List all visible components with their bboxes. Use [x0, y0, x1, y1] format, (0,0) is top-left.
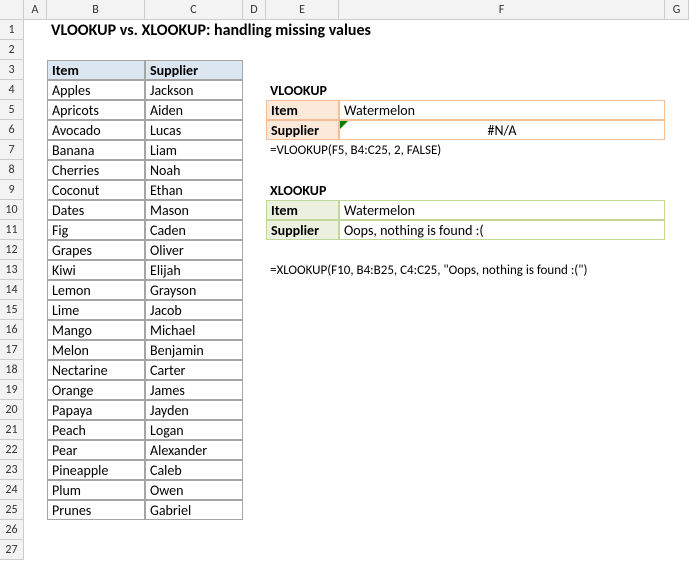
row-header[interactable]: 7: [0, 140, 24, 160]
table-cell-supplier[interactable]: Gabriel: [145, 500, 243, 520]
table-cell-item[interactable]: Kiwi: [47, 260, 145, 280]
row-header[interactable]: 23: [0, 460, 24, 480]
row-header[interactable]: 27: [0, 540, 24, 560]
row-header[interactable]: 25: [0, 500, 24, 520]
table-cell-supplier[interactable]: Noah: [145, 160, 243, 180]
page-title: VLOOKUP vs. XLOOKUP: handling missing va…: [47, 20, 665, 40]
table-cell-supplier[interactable]: Caden: [145, 220, 243, 240]
table-cell-item[interactable]: Dates: [47, 200, 145, 220]
table-cell-supplier[interactable]: Lucas: [145, 120, 243, 140]
table-cell-item[interactable]: Lime: [47, 300, 145, 320]
col-header[interactable]: C: [145, 0, 243, 20]
table-cell-supplier[interactable]: Grayson: [145, 280, 243, 300]
row-header[interactable]: 3: [0, 60, 24, 80]
col-header[interactable]: A: [24, 0, 47, 20]
row-header[interactable]: 4: [0, 80, 24, 100]
table-cell-supplier[interactable]: Jackson: [145, 80, 243, 100]
table-cell-item[interactable]: Fig: [47, 220, 145, 240]
table-cell-item[interactable]: Melon: [47, 340, 145, 360]
row-header[interactable]: 9: [0, 180, 24, 200]
error-indicator-icon: [340, 121, 348, 129]
table-cell-supplier[interactable]: Michael: [145, 320, 243, 340]
row-header[interactable]: 24: [0, 480, 24, 500]
row-header[interactable]: 1: [0, 20, 24, 40]
vlookup-supplier-value[interactable]: #N/A: [339, 120, 665, 140]
table-cell-supplier[interactable]: Ethan: [145, 180, 243, 200]
row-header[interactable]: 12: [0, 240, 24, 260]
table-cell-supplier[interactable]: Logan: [145, 420, 243, 440]
col-header[interactable]: D: [243, 0, 266, 20]
row-header[interactable]: 18: [0, 360, 24, 380]
table-cell-item[interactable]: Pineapple: [47, 460, 145, 480]
row-header[interactable]: 20: [0, 400, 24, 420]
table-cell-item[interactable]: Avocado: [47, 120, 145, 140]
error-text: #N/A: [487, 122, 516, 139]
vlookup-supplier-label: Supplier: [266, 120, 339, 140]
table-cell-supplier[interactable]: Elijah: [145, 260, 243, 280]
vlookup-label: VLOOKUP: [266, 80, 339, 100]
table-cell-supplier[interactable]: Mason: [145, 200, 243, 220]
table-cell-supplier[interactable]: Benjamin: [145, 340, 243, 360]
xlookup-item-label: Item: [266, 200, 339, 220]
table-cell-item[interactable]: Plum: [47, 480, 145, 500]
row-header[interactable]: 19: [0, 380, 24, 400]
table-header-supplier: Supplier: [145, 60, 243, 80]
table-cell-item[interactable]: Papaya: [47, 400, 145, 420]
table-cell-item[interactable]: Peach: [47, 420, 145, 440]
table-cell-supplier[interactable]: Alexander: [145, 440, 243, 460]
table-cell-supplier[interactable]: Liam: [145, 140, 243, 160]
spreadsheet: ABCDEFG123456789101112131415161718192021…: [0, 0, 689, 576]
table-cell-supplier[interactable]: Owen: [145, 480, 243, 500]
col-header[interactable]: F: [339, 0, 665, 20]
row-header[interactable]: 26: [0, 520, 24, 540]
xlookup-supplier-value[interactable]: Oops, nothing is found :(: [339, 220, 665, 240]
row-header[interactable]: 21: [0, 420, 24, 440]
table-header-item: Item: [47, 60, 145, 80]
xlookup-formula: =XLOOKUP(F10, B4:B25, C4:C25, "Oops, not…: [266, 260, 689, 280]
row-header[interactable]: 17: [0, 340, 24, 360]
vlookup-formula: =VLOOKUP(F5, B4:C25, 2, FALSE): [266, 140, 665, 160]
table-cell-supplier[interactable]: Oliver: [145, 240, 243, 260]
table-cell-supplier[interactable]: Jacob: [145, 300, 243, 320]
table-cell-item[interactable]: Coconut: [47, 180, 145, 200]
table-cell-item[interactable]: Pear: [47, 440, 145, 460]
table-cell-item[interactable]: Cherries: [47, 160, 145, 180]
table-cell-supplier[interactable]: Jayden: [145, 400, 243, 420]
table-cell-item[interactable]: Grapes: [47, 240, 145, 260]
row-header[interactable]: 10: [0, 200, 24, 220]
table-cell-item[interactable]: Apples: [47, 80, 145, 100]
table-cell-item[interactable]: Banana: [47, 140, 145, 160]
col-header[interactable]: B: [47, 0, 145, 20]
table-cell-item[interactable]: Lemon: [47, 280, 145, 300]
row-header[interactable]: 5: [0, 100, 24, 120]
row-header[interactable]: 15: [0, 300, 24, 320]
vlookup-item-value[interactable]: Watermelon: [339, 100, 665, 120]
table-cell-item[interactable]: Mango: [47, 320, 145, 340]
row-header[interactable]: 2: [0, 40, 24, 60]
col-header[interactable]: E: [266, 0, 339, 20]
table-cell-supplier[interactable]: Aiden: [145, 100, 243, 120]
xlookup-supplier-label: Supplier: [266, 220, 339, 240]
row-header[interactable]: 22: [0, 440, 24, 460]
table-cell-item[interactable]: Prunes: [47, 500, 145, 520]
row-header[interactable]: 11: [0, 220, 24, 240]
table-cell-item[interactable]: Orange: [47, 380, 145, 400]
row-header[interactable]: 8: [0, 160, 24, 180]
row-header[interactable]: 6: [0, 120, 24, 140]
xlookup-label: XLOOKUP: [266, 180, 339, 200]
table-cell-supplier[interactable]: Caleb: [145, 460, 243, 480]
row-header[interactable]: 16: [0, 320, 24, 340]
table-cell-supplier[interactable]: Carter: [145, 360, 243, 380]
table-cell-item[interactable]: Apricots: [47, 100, 145, 120]
table-cell-item[interactable]: Nectarine: [47, 360, 145, 380]
table-cell-supplier[interactable]: James: [145, 380, 243, 400]
col-header[interactable]: G: [665, 0, 689, 20]
vlookup-item-label: Item: [266, 100, 339, 120]
corner-cell[interactable]: [0, 0, 24, 20]
xlookup-item-value[interactable]: Watermelon: [339, 200, 665, 220]
row-header[interactable]: 13: [0, 260, 24, 280]
row-header[interactable]: 14: [0, 280, 24, 300]
